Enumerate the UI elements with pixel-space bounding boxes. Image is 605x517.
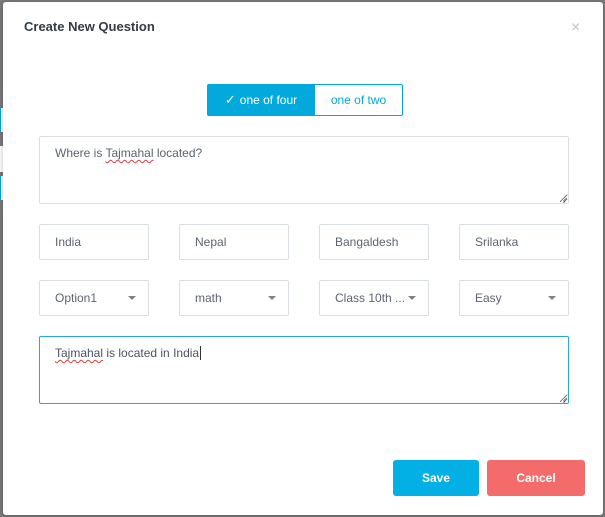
save-button[interactable]: Save: [393, 460, 479, 496]
chevron-down-icon: [548, 296, 556, 300]
resize-handle[interactable]: [558, 193, 566, 201]
toggle-one-of-two[interactable]: one of two: [315, 84, 403, 116]
class-value: Class 10th ...: [335, 291, 406, 305]
close-icon[interactable]: ×: [571, 20, 580, 36]
correct-option-value: Option1: [55, 291, 98, 305]
question-text-misspelled: Tajmahal: [105, 146, 154, 160]
toggle-one-of-four-label: one of four: [239, 93, 298, 107]
question-type-toggle: ✓ one of four one of two: [207, 84, 403, 116]
answer-text-misspelled: Tajmahal: [55, 346, 104, 360]
chevron-down-icon: [268, 296, 276, 300]
question-text-prefix: Where is: [55, 146, 106, 160]
chevron-down-icon: [128, 296, 136, 300]
correct-option-select[interactable]: Option1: [39, 280, 149, 316]
toggle-one-of-four[interactable]: ✓ one of four: [207, 84, 315, 116]
subject-value: math: [195, 291, 222, 305]
answer-textarea[interactable]: Tajmahal is located in India: [39, 336, 569, 404]
option-input-3[interactable]: Bangaldesh: [319, 224, 429, 260]
option-input-1[interactable]: India: [39, 224, 149, 260]
text-cursor: [200, 346, 202, 360]
resize-handle[interactable]: [558, 393, 566, 401]
chevron-down-icon: [408, 296, 416, 300]
toggle-one-of-two-label: one of two: [330, 93, 387, 107]
modal-title: Create New Question: [24, 19, 155, 34]
difficulty-select[interactable]: Easy: [459, 280, 569, 316]
option-input-4[interactable]: Srilanka: [459, 224, 569, 260]
class-select[interactable]: Class 10th ...: [319, 280, 429, 316]
question-text-suffix: located?: [153, 146, 203, 160]
option-input-2[interactable]: Nepal: [179, 224, 289, 260]
cancel-button[interactable]: Cancel: [487, 460, 585, 496]
create-question-modal: Create New Question × ✓ one of four one …: [3, 2, 603, 515]
difficulty-value: Easy: [475, 291, 502, 305]
check-icon: ✓: [224, 92, 236, 107]
answer-text-suffix: is located in India: [103, 346, 200, 360]
subject-select[interactable]: math: [179, 280, 289, 316]
question-textarea[interactable]: Where is Tajmahal located?: [39, 136, 569, 204]
